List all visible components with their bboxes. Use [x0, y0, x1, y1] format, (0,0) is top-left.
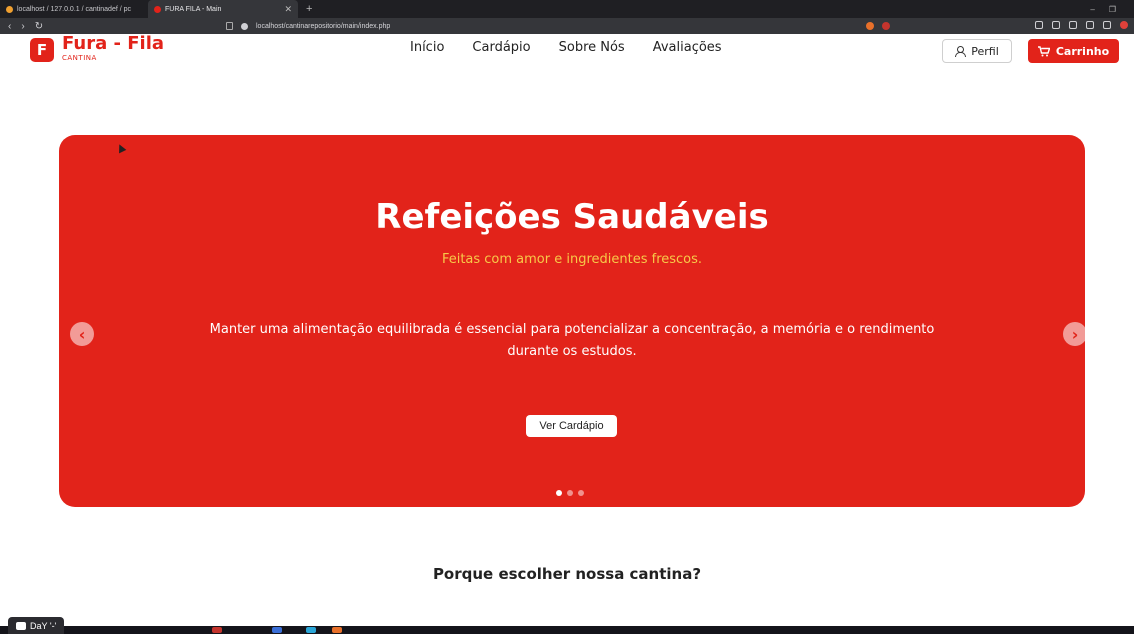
nav-buttons: ‹ › ↻: [0, 21, 43, 32]
carrinho-label: Carrinho: [1055, 44, 1110, 58]
browser-toolbar-icons: [1035, 21, 1128, 29]
user-icon: [955, 45, 967, 57]
nav-sobre-nos[interactable]: Sobre Nós: [559, 40, 625, 55]
browser-address-bar: ‹ › ↻ localhost/cantinarepositorio/main/…: [0, 18, 1134, 34]
hero-subtitle: Feitas com amor e ingredientes frescos.: [441, 252, 703, 267]
tab-search-icon[interactable]: [1086, 21, 1094, 29]
profile-icon[interactable]: [1120, 21, 1128, 29]
extensions-icon[interactable]: [1035, 21, 1043, 29]
new-tab-icon[interactable]: +: [306, 3, 312, 15]
os-taskbar: [0, 626, 1134, 634]
carrinho-button[interactable]: Carrinho: [1028, 39, 1119, 63]
carousel-dot[interactable]: [578, 490, 584, 496]
sidebar-icon[interactable]: [1052, 21, 1060, 29]
taskbar-app-icon[interactable]: [212, 627, 222, 633]
perfil-label: Perfil: [971, 44, 999, 58]
reload-icon[interactable]: ↻: [35, 21, 43, 32]
tab-label: localhost / 127.0.0.1 / cantinadef / pc: [17, 5, 132, 13]
carousel-indicators: [556, 490, 584, 496]
close-tab-icon[interactable]: ✕: [284, 4, 292, 15]
browser-tab-fura-fila[interactable]: FURA FILA - Main ✕: [148, 0, 298, 18]
ver-cardapio-button[interactable]: Ver Cardápio: [526, 415, 617, 437]
wallet-icon[interactable]: [1103, 21, 1111, 29]
cart-icon: [1037, 45, 1050, 56]
fura-fila-favicon-icon: [154, 5, 161, 13]
tab-label: FURA FILA - Main: [165, 5, 222, 13]
url-field[interactable]: localhost/cantinarepositorio/main/index.…: [226, 20, 890, 32]
url-text: localhost/cantinarepositorio/main/index.…: [256, 22, 391, 30]
carousel-dot[interactable]: [556, 490, 562, 496]
brave-shield-icon[interactable]: [866, 22, 874, 30]
window-controls: – ❐: [1090, 5, 1134, 14]
logo-title: Fura - Fila: [62, 33, 165, 54]
back-icon[interactable]: ‹: [8, 21, 11, 32]
recording-chip[interactable]: DaY '-': [8, 617, 65, 634]
nav-cardapio[interactable]: Cardápio: [472, 40, 530, 55]
taskbar-app-icon[interactable]: [332, 627, 342, 633]
logo-text: Fura - Fila CANTINA: [62, 33, 165, 63]
site-logo[interactable]: F Fura - Fila CANTINA: [30, 34, 164, 62]
perfil-button[interactable]: Perfil: [942, 39, 1012, 63]
carousel-dot[interactable]: [567, 490, 573, 496]
nav-inicio[interactable]: Início: [410, 40, 444, 55]
hero-description: Manter uma alimentação equilibrada é ess…: [209, 322, 935, 359]
chat-icon: [16, 621, 26, 630]
brave-rewards-icon[interactable]: [882, 22, 890, 30]
chip-label: DaY '-': [30, 620, 57, 631]
taskbar-app-icon[interactable]: [272, 627, 282, 633]
carousel-prev-icon[interactable]: ‹: [70, 322, 94, 346]
forward-icon[interactable]: ›: [21, 21, 24, 32]
taskbar-app-icon[interactable]: [306, 627, 316, 633]
split-view-icon[interactable]: [1069, 21, 1077, 29]
minimize-icon[interactable]: –: [1090, 5, 1094, 14]
section-title: Porque escolher nossa cantina?: [432, 565, 702, 583]
restore-icon[interactable]: ❐: [1109, 5, 1116, 14]
hero-title: Refeições Saudáveis: [375, 197, 769, 237]
browser-tab-phpmyadmin[interactable]: localhost / 127.0.0.1 / cantinadef / pc: [0, 0, 148, 18]
logo-subtitle: CANTINA: [62, 54, 97, 62]
hero-carousel: Refeições Saudáveis Feitas com amor e in…: [59, 135, 1085, 507]
bookmark-icon[interactable]: [226, 22, 233, 30]
browser-tab-bar: localhost / 127.0.0.1 / cantinadef / pc …: [0, 0, 1134, 18]
logo-badge: F: [30, 38, 54, 62]
carousel-next-icon[interactable]: ›: [1063, 322, 1085, 346]
site-info-icon[interactable]: [241, 22, 248, 30]
nav-avaliacoes[interactable]: Avaliações: [653, 40, 722, 55]
main-nav: Início Cardápio Sobre Nós Avaliações: [410, 40, 722, 55]
phpmyadmin-favicon-icon: [6, 5, 13, 13]
